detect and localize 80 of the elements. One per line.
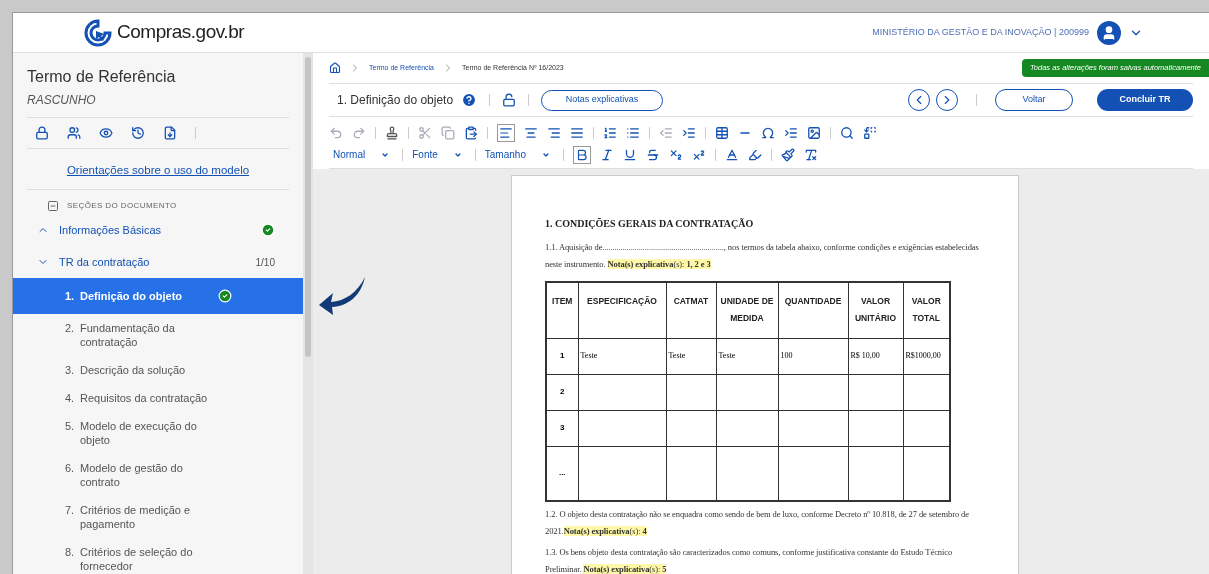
table-cell: Teste [716, 338, 778, 374]
logo-text: Compras.gov.br [117, 20, 245, 45]
document-heading: 1. CONDIÇÕES GERAIS DA CONTRATAÇÃO [545, 217, 755, 231]
table-header-cell: ITEM [546, 282, 578, 338]
align-left-icon[interactable] [497, 124, 515, 142]
table-cell: Teste [666, 338, 716, 374]
stamp-icon[interactable] [385, 126, 399, 140]
table-header-cell: ESPECIFICAÇÃO [578, 282, 666, 338]
block-indent-icon[interactable] [784, 126, 798, 140]
progress-count: 1/10 [255, 255, 275, 270]
style-dropdown[interactable]: Fonte [412, 147, 466, 162]
style-dropdown[interactable]: Tamanho [484, 147, 554, 162]
section-item[interactable]: 6. Modelo de gestão do contrato [13, 454, 303, 496]
highlight-icon[interactable] [747, 147, 762, 162]
lock-icon[interactable] [502, 93, 517, 107]
numbered-list-icon[interactable] [603, 126, 617, 140]
sidebar-title: Termo de Referência [27, 67, 177, 87]
history-icon[interactable] [131, 126, 145, 140]
section-title: 1. Definição do objeto [337, 92, 454, 109]
eye-icon[interactable] [99, 126, 113, 140]
table-cell: R$ 10,00 [848, 338, 903, 374]
text-color-icon[interactable] [724, 147, 739, 162]
section-item[interactable]: 7. Critérios de medição e pagamento [13, 496, 303, 538]
document-paragraph: 1.2. O objeto desta contratação não se enquadra como sendo de bem de luxo, conforme Decreto nº 10.818, de 27 de setembro de 2021.Nota(s) explicativa(s): 4 [545, 508, 970, 538]
table-cell: 100 [778, 338, 848, 374]
image-icon[interactable] [807, 126, 821, 140]
search-icon[interactable] [840, 126, 854, 140]
bullet-list-icon[interactable] [626, 126, 640, 140]
omega-icon[interactable] [761, 126, 775, 140]
align-right-icon[interactable] [547, 126, 561, 140]
section-group[interactable]: TR da contratação 1/10 [13, 246, 303, 278]
indent-icon[interactable] [682, 126, 696, 140]
replace-icon[interactable] [863, 126, 877, 140]
avatar-icon[interactable] [1097, 20, 1121, 45]
table-cell: 1 [546, 338, 578, 374]
collapse-icon[interactable] [47, 200, 59, 212]
table-cell: 2 [546, 374, 578, 410]
document-paragraph: 1.3. Os bens objeto desta contratação são caracterizados como comuns, conforme justificativa constante do Estudo Técnico Preliminar. Nota(s) explicativa(s): 5 [545, 546, 954, 574]
document-paragraph: 1.1. Aquisição de............................................................, nos termos da tabela abaixo, conforme condições e exigências estabelecidas neste instrumento. Nota(s) explicativa(s): 1, 2 e 3 [545, 241, 980, 271]
superscript-icon[interactable] [691, 147, 706, 162]
group-label: TR da contratação [59, 254, 150, 270]
help-icon[interactable] [461, 92, 478, 108]
file-download-icon[interactable] [163, 126, 177, 140]
logo-icon [83, 17, 113, 48]
lock-icon[interactable] [35, 126, 49, 140]
section-item[interactable]: 4. Requisitos da contratação [13, 384, 303, 412]
section-item[interactable]: 5. Modelo de execução do objeto [13, 412, 303, 454]
style-dropdown[interactable]: Normal [329, 147, 394, 162]
curved-arrow-icon [317, 275, 367, 315]
subscript-icon[interactable] [668, 147, 683, 162]
sections-header: SEÇÕES DO DOCUMENTO [67, 200, 177, 212]
finish-button[interactable]: Concluir TR [1097, 89, 1193, 111]
guide-link[interactable]: Orientações sobre o uso do modelo [66, 164, 250, 176]
section-group[interactable]: Informações Básicas [13, 214, 303, 246]
section-item[interactable]: 1. Definição do objeto [13, 278, 303, 314]
home-icon[interactable] [329, 62, 341, 74]
bold-icon[interactable] [572, 145, 591, 164]
table-cell: Teste [578, 338, 666, 374]
underline-icon[interactable] [622, 147, 637, 162]
section-item[interactable]: 3. Descrição da solução [13, 356, 303, 384]
table-cell: 3 [546, 410, 578, 446]
document-status: RASCUNHO [27, 92, 97, 109]
align-center-icon[interactable] [524, 126, 538, 140]
table-header-cell: QUANTIDADE [778, 282, 848, 338]
table-header-cell: UNIDADE DE MEDIDA [716, 282, 778, 338]
align-justify-icon[interactable] [570, 126, 584, 140]
paste-icon[interactable] [464, 126, 478, 140]
group-label: Informações Básicas [59, 222, 162, 238]
italic-icon[interactable] [599, 147, 614, 162]
table-icon[interactable] [715, 126, 729, 140]
clear-format-icon[interactable] [803, 147, 818, 162]
table-header-cell: VALOR UNITÁRIO [848, 282, 903, 338]
section-item[interactable]: 2. Fundamentação da contratação [13, 314, 303, 356]
strikethrough-icon[interactable] [645, 147, 660, 162]
section-item[interactable]: 8. Critérios de seleção do fornecedor [13, 538, 303, 574]
table-header-cell: CATMAT [666, 282, 716, 338]
users-icon[interactable] [67, 126, 81, 140]
paintbrush-icon[interactable] [780, 147, 795, 162]
scrollbar-thumb[interactable] [305, 57, 311, 357]
organization-label: MINISTÉRIO DA GESTÃO E DA INOVAÇÃO | 200999 [872, 25, 1089, 39]
